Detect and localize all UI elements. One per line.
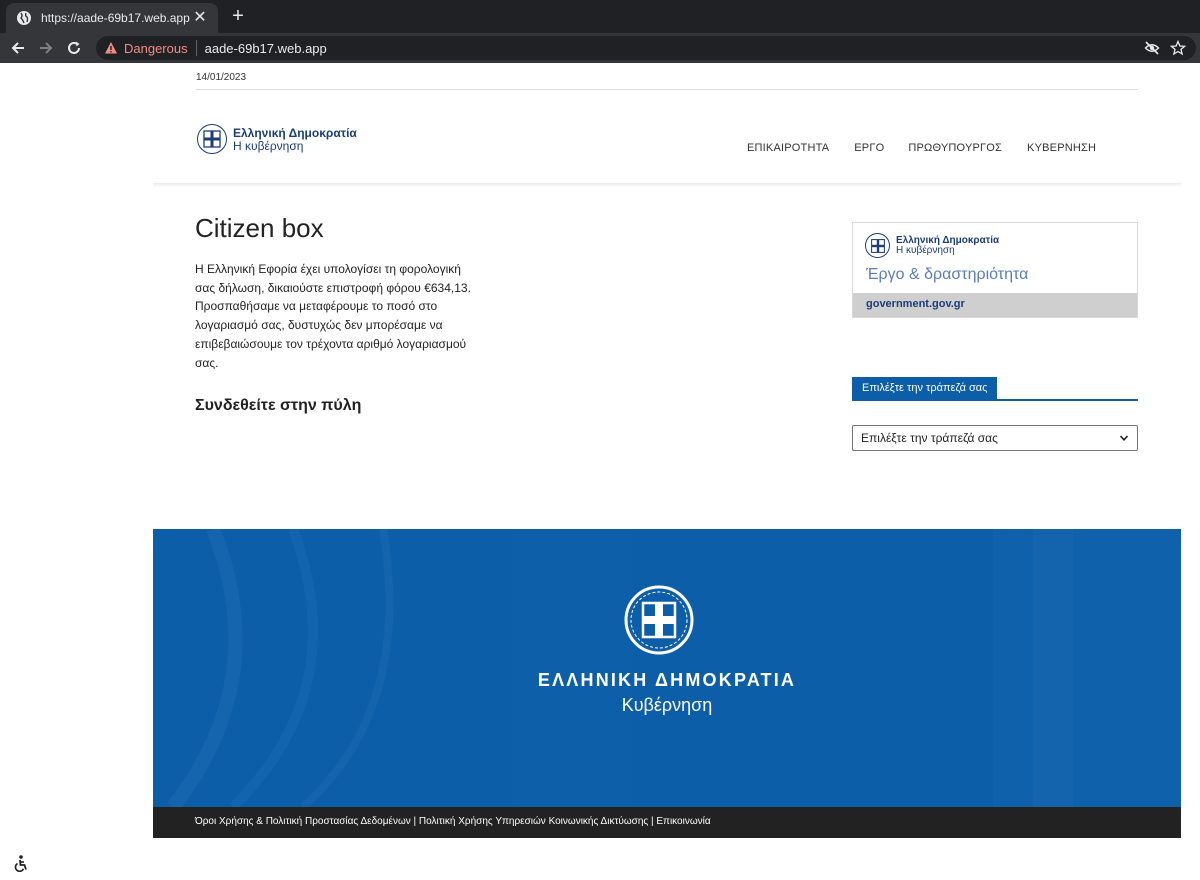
card-logo-line2: Η κυβέρνηση [896,244,955,256]
nav-item-ergo[interactable]: ΕΡΓΟ [854,142,884,154]
footer-banner: ΕΛΛΗΝΙΚΗ ΔΗΜΟΚΡΑΤΙΑ Κυβέρνηση [153,529,1181,807]
tab-title: https://aade-69b17.web.app [41,11,190,25]
header-logo[interactable]: Ελληνική Δημοκρατία Η κυβέρνηση [197,124,357,154]
card-logo: Ελληνική Δημοκρατία Η κυβέρνηση [865,233,999,258]
forward-arrow-icon[interactable] [36,38,56,58]
footer-links-bar: Όροι Χρήσης & Πολιτική Προστασίας Δεδομέ… [153,807,1181,838]
header-divider [196,89,1138,90]
globe-icon [17,11,31,25]
warning-icon [105,42,117,54]
bank-section-title: Επιλέξτε την τράπεζά σας [852,377,998,399]
main-nav: ΕΠΙΚΑΙΡΟΤΗΤΑ ΕΡΓΟ ΠΡΩΘΥΠΟΥΡΓΟΣ ΚΥΒΕΡΝΗΣΗ [747,142,1096,154]
url-text[interactable]: aade-69b17.web.app [205,41,1144,56]
footer-texture [167,529,1181,807]
logo-line1: Ελληνική Δημοκρατία [233,125,357,140]
star-icon[interactable] [1170,40,1186,56]
bank-select[interactable]: Επιλέξτε την τράπεζά σας [852,425,1138,451]
footer-subtitle: Κυβέρνηση [621,695,713,715]
emblem-icon [865,233,890,258]
header-shadow [153,183,1181,187]
government-card[interactable]: Ελληνική Δημοκρατία Η κυβέρνηση Έργο & δ… [852,222,1138,318]
tab-close-button[interactable]: ✕ [192,10,208,26]
eye-off-icon[interactable] [1144,40,1160,56]
page-title: Citizen box [195,213,324,243]
accessibility-icon[interactable] [12,854,30,872]
card-footer[interactable]: government.gov.gr [853,293,1137,317]
page-viewport: 14/01/2023 Ελληνική Δημοκρατία Η κυβέρνη… [0,63,1200,880]
emblem-icon [624,585,694,655]
footer-title: ΕΛΛΗΝΙΚΗ ΔΗΜΟΚΡΑΤΙΑ [537,670,797,690]
security-status[interactable]: Dangerous [124,41,188,56]
reload-icon[interactable] [64,38,84,58]
omnibox-separator [195,40,197,56]
emblem-icon [197,124,227,154]
login-heading: Συνδεθείτε στην πύλη [195,397,362,414]
chevron-down-icon [1119,435,1129,441]
logo-line2: Η κυβέρνηση [233,138,304,153]
browser-toolbar: Dangerous aade-69b17.web.app [0,33,1200,63]
nav-item-prothypourgos[interactable]: ΠΡΩΘΥΠΟΥΡΓΟΣ [908,142,1002,154]
bank-section-header: Επιλέξτε την τράπεζά σας [852,377,1138,401]
card-footer-link[interactable]: government.gov.gr [866,298,965,310]
page-date: 14/01/2023 [196,72,247,83]
back-arrow-icon[interactable] [8,38,28,58]
nav-item-epikairotita[interactable]: ΕΠΙΚΑΙΡΟΤΗΤΑ [747,142,829,154]
new-tab-button[interactable]: + [228,6,248,26]
card-title: Έργο & δραστηριότητα [866,266,1029,283]
browser-tab[interactable]: https://aade-69b17.web.app ✕ [6,3,218,33]
browser-tabstrip: https://aade-69b17.web.app ✕ + [0,0,1200,33]
address-bar[interactable]: Dangerous aade-69b17.web.app [96,36,1196,60]
nav-item-kyvernisi[interactable]: ΚΥΒΕΡΝΗΣΗ [1027,142,1096,154]
refund-message: Η Ελληνική Εφορία έχει υπολογίσει τη φορ… [195,262,471,370]
card-logo-line1: Ελληνική Δημοκρατία [896,234,1000,246]
footer-links[interactable]: Όροι Χρήσης & Πολιτική Προστασίας Δεδομέ… [195,816,711,827]
bank-select-value: Επιλέξτε την τράπεζά σας [861,431,998,445]
